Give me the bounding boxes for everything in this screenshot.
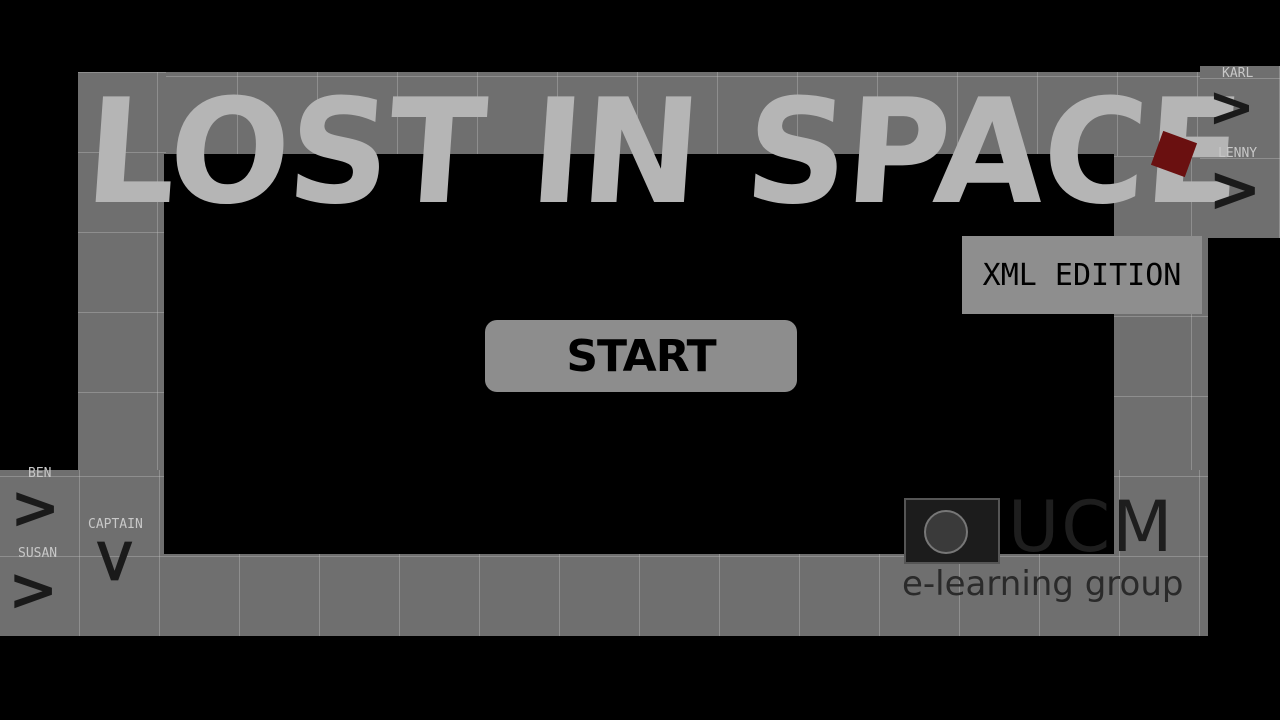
laptop-icon <box>904 498 1000 564</box>
logo-subtitle: e-learning group <box>902 564 1184 604</box>
logo-emblem-icon <box>924 510 968 554</box>
lenny-ship-icon: > <box>1208 153 1262 227</box>
game-screen: LOST IN SPACE XML EDITION START KARL > L… <box>0 0 1280 720</box>
ucm-logo: UCM e-learning group <box>900 486 1190 610</box>
logo-name: UCM <box>1008 486 1175 568</box>
character-label-captain: CAPTAIN <box>88 517 143 532</box>
captain-ship-icon: > <box>79 535 153 587</box>
ben-ship-icon: > <box>10 473 61 543</box>
edition-badge: XML EDITION <box>962 236 1202 314</box>
game-title: LOST IN SPACE <box>80 68 1247 237</box>
start-button[interactable]: START <box>485 320 797 392</box>
susan-ship-icon: > <box>8 555 59 625</box>
karl-ship-icon: > <box>1208 75 1255 140</box>
